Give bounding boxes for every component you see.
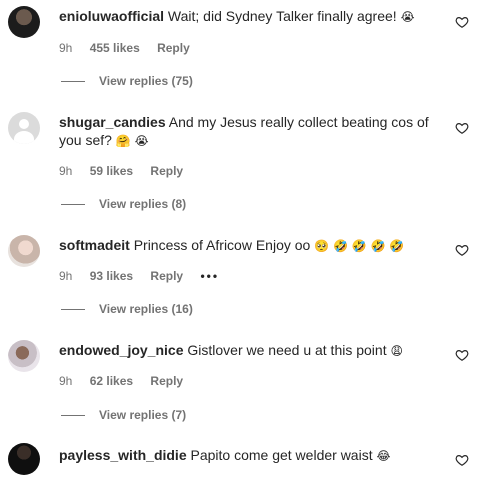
emoji: 😭 [400,10,415,24]
view-replies-button[interactable]: View replies (75) [61,74,193,88]
avatar[interactable] [8,443,40,475]
heart-icon[interactable] [455,243,469,257]
avatar[interactable] [8,235,40,267]
heart-icon[interactable] [455,15,469,29]
more-options-icon[interactable]: ••• [200,269,219,283]
view-replies-button[interactable]: View replies (8) [61,197,186,211]
likes-count[interactable]: 62 likes [90,374,133,388]
view-replies-button[interactable]: View replies (7) [61,408,186,422]
avatar[interactable] [8,6,40,38]
comment-text: softmadeit Princess of Africow Enjoy oo … [59,236,439,255]
avatar[interactable] [8,112,40,144]
emoji: 😂 [376,449,391,463]
comment-meta: 9h 93 likes Reply ••• [59,269,233,283]
reply-button[interactable]: Reply [157,41,190,55]
username[interactable]: payless_with_didie [59,447,187,463]
username[interactable]: shugar_candies [59,114,166,130]
default-avatar-icon [19,119,29,129]
reply-button[interactable]: Reply [150,374,183,388]
emoji: 🥺 🤣 🤣 🤣 🤣 [314,239,405,253]
heart-icon[interactable] [455,348,469,362]
likes-count[interactable]: 455 likes [90,41,140,55]
comment-body: Wait; did Sydney Talker finally agree! [167,8,397,24]
comment-text: enioluwaofficial Wait; did Sydney Talker… [59,7,439,26]
avatar[interactable] [8,340,40,372]
comment-body: Gistlover we need u at this point [187,342,387,358]
view-replies-button[interactable]: View replies (16) [61,302,193,316]
timestamp: 9h [59,269,73,283]
comment-body: Princess of Africow Enjoy oo [133,237,311,253]
username[interactable]: softmadeit [59,237,130,253]
timestamp: 9h [59,41,73,55]
comment-meta: 9h 59 likes Reply [59,164,197,178]
comment-text: endowed_joy_nice Gistlover we need u at … [59,341,439,360]
emoji: 🤗 😭 [115,134,149,148]
comment-body: Papito come get welder waist [190,447,373,463]
divider [61,309,85,311]
comment-text: payless_with_didie Papito come get welde… [59,446,439,465]
heart-icon[interactable] [455,121,469,135]
reply-button[interactable]: Reply [150,164,183,178]
username[interactable]: enioluwaofficial [59,8,164,24]
divider [61,204,85,206]
comment-meta: 9h 62 likes Reply [59,374,197,388]
divider [61,81,85,83]
timestamp: 9h [59,374,73,388]
username[interactable]: endowed_joy_nice [59,342,183,358]
reply-button[interactable]: Reply [150,269,183,283]
comment-meta: 9h 455 likes Reply [59,41,204,55]
comment-text: shugar_candies And my Jesus really colle… [59,113,439,150]
emoji: 😩 [390,344,404,358]
heart-icon[interactable] [455,453,469,467]
divider [61,415,85,417]
timestamp: 9h [59,164,73,178]
likes-count[interactable]: 59 likes [90,164,133,178]
likes-count[interactable]: 93 likes [90,269,133,283]
